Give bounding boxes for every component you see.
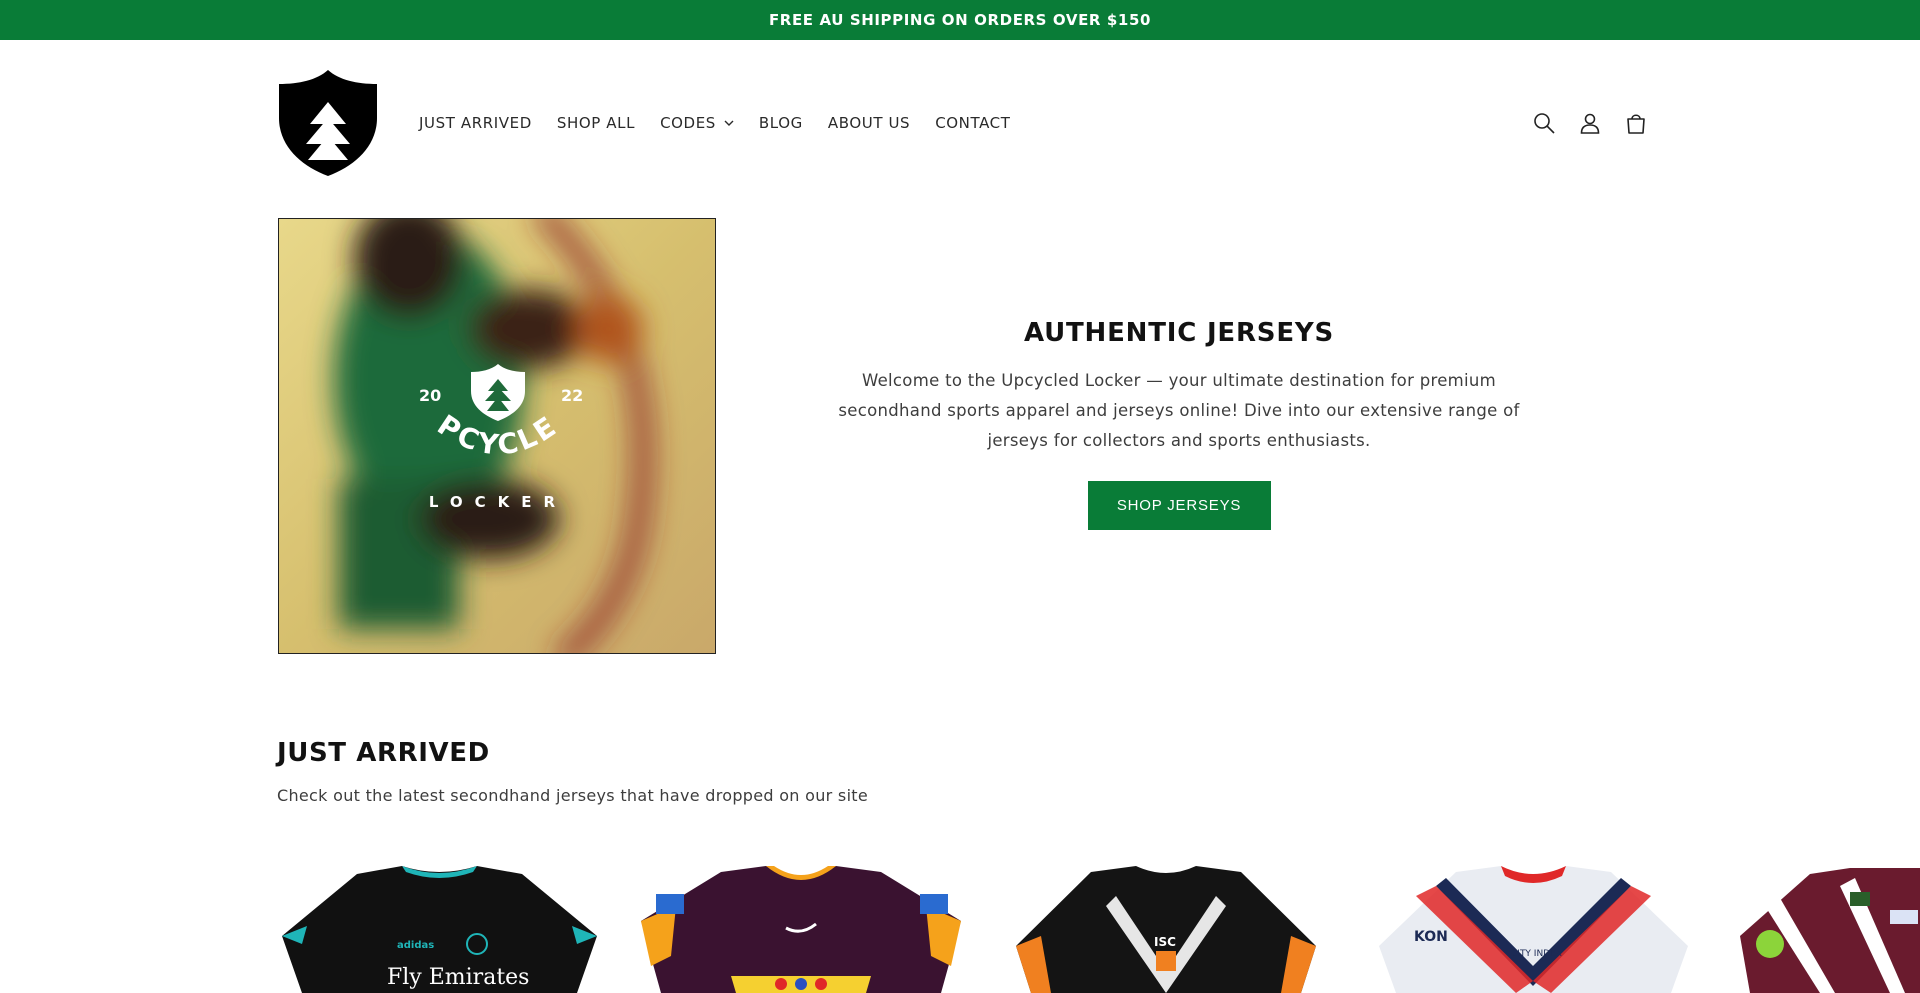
- jersey-image: [641, 866, 961, 993]
- nav-label: CONTACT: [935, 114, 1011, 132]
- search-icon[interactable]: [1532, 111, 1556, 135]
- header-icons: [1532, 40, 1648, 206]
- jersey-image: ISC: [1016, 866, 1316, 993]
- hero-image: 20 22 UPCYCLED LOCKER: [278, 218, 716, 654]
- nav-contact[interactable]: CONTACT: [935, 114, 1010, 132]
- nav-codes[interactable]: CODES: [660, 114, 734, 132]
- main-nav: JUST ARRIVED SHOP ALL CODES BLOG ABOUT U…: [419, 40, 1036, 206]
- emblem-year-right: 22: [561, 386, 583, 405]
- svg-text:CITY INDEX: CITY INDEX: [1511, 949, 1562, 959]
- chevron-down-icon: [724, 120, 734, 126]
- shop-jerseys-button[interactable]: SHOP JERSEYS: [1087, 481, 1271, 530]
- hero-title: AUTHENTIC JERSEYS: [1023, 318, 1335, 348]
- product-card-wests-tigers[interactable]: ISC: [1011, 866, 1321, 993]
- nav-label: SHOP ALL: [556, 114, 636, 132]
- product-card-real-madrid[interactable]: adidas Fly Emirates: [277, 866, 602, 993]
- nav-just-arrived[interactable]: JUST ARRIVED: [419, 114, 532, 132]
- svg-text:ISC: ISC: [1154, 935, 1176, 949]
- emblem-year-left: 20: [419, 386, 441, 405]
- nav-label: ABOUT US: [827, 114, 911, 132]
- nav-blog[interactable]: BLOG: [759, 114, 803, 132]
- jersey-image: [1740, 868, 1920, 993]
- site-logo[interactable]: [277, 68, 379, 178]
- shield-tree-logo-icon: [279, 70, 377, 176]
- svg-text:KON: KON: [1414, 929, 1448, 945]
- cart-icon[interactable]: [1624, 111, 1648, 135]
- nav-label: JUST ARRIVED: [419, 114, 532, 132]
- nav-about-us[interactable]: ABOUT US: [828, 114, 910, 132]
- jersey-sponsor-text: Fly Emirates: [387, 965, 529, 990]
- hero-photo-basketball: 20 22 UPCYCLED LOCKER: [279, 219, 715, 653]
- jersey-image: CITY INDEX KON: [1379, 866, 1688, 993]
- section-subtitle: Check out the latest secondhand jerseys …: [277, 786, 869, 805]
- nav-shop-all[interactable]: SHOP ALL: [557, 114, 635, 132]
- jersey-image: adidas Fly Emirates: [282, 866, 597, 993]
- account-icon[interactable]: [1578, 111, 1602, 135]
- nav-label: CODES: [660, 114, 716, 132]
- svg-text:adidas: adidas: [397, 940, 434, 951]
- product-card-manly[interactable]: [1740, 866, 1920, 993]
- product-card-broncos[interactable]: [636, 866, 966, 993]
- hero-description: Welcome to the Upcycled Locker — your ul…: [838, 371, 1520, 450]
- hero-text-block: AUTHENTIC JERSEYS Welcome to the Upcycle…: [800, 300, 1558, 530]
- section-title-just-arrived: JUST ARRIVED: [277, 738, 490, 768]
- announcement-text: FREE AU SHIPPING ON ORDERS OVER $150: [768, 11, 1152, 29]
- nav-label: BLOG: [758, 114, 803, 132]
- emblem-word-locker: LOCKER: [429, 493, 567, 511]
- product-card-roosters[interactable]: CITY INDEX KON: [1376, 866, 1691, 993]
- announcement-bar: FREE AU SHIPPING ON ORDERS OVER $150: [0, 0, 1920, 40]
- site-header: JUST ARRIVED SHOP ALL CODES BLOG ABOUT U…: [0, 40, 1920, 206]
